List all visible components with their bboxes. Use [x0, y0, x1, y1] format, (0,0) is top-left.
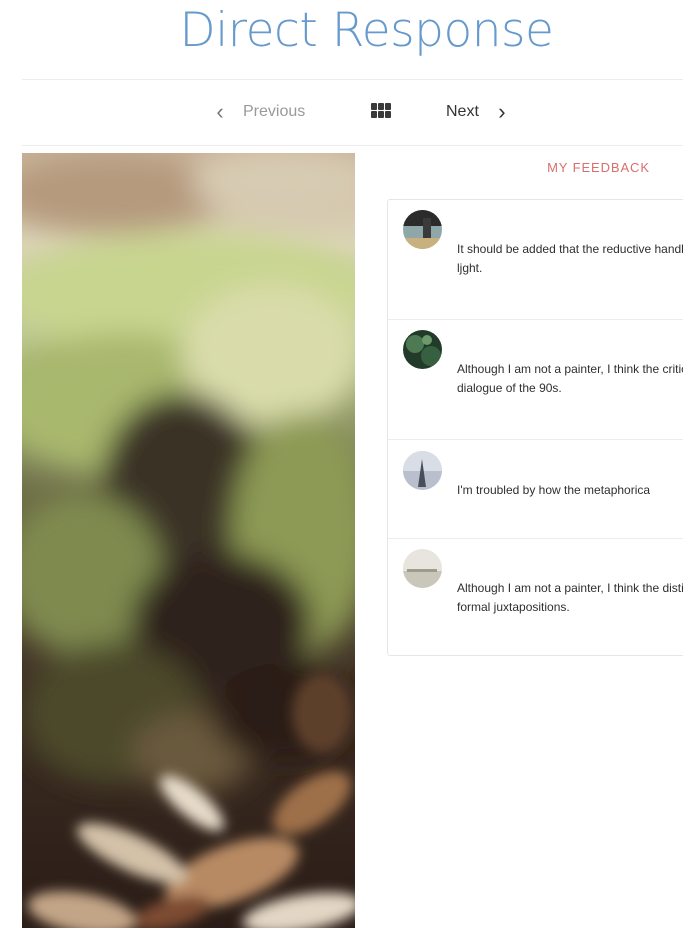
list-item[interactable]: Although I am not a painter, I think the… — [388, 538, 683, 657]
previous-button[interactable]: ‹ Previous — [211, 96, 305, 128]
list-item[interactable]: It should be added that the reductive ha… — [388, 200, 683, 319]
avatar — [403, 549, 442, 588]
nav-divider — [22, 145, 683, 146]
previous-label: Previous — [243, 103, 306, 120]
next-label: Next — [446, 103, 479, 120]
feedback-text: I'm troubled by how the metaphorica — [457, 483, 651, 497]
avatar — [403, 210, 442, 249]
list-item[interactable]: I'm troubled by how the metaphorica — [388, 439, 683, 538]
feedback-text: Although I am not a painter, I think the… — [457, 362, 683, 395]
feedback-text: It should be added that the reductive ha… — [457, 242, 683, 275]
avatar — [403, 451, 442, 490]
next-button[interactable]: Next › — [446, 96, 511, 128]
avatar — [403, 330, 442, 369]
chevron-left-icon: ‹ — [216, 99, 224, 124]
header-divider — [22, 79, 683, 80]
list-item[interactable]: Although I am not a painter, I think the… — [388, 319, 683, 439]
feedback-text: Although I am not a painter, I think the… — [457, 581, 683, 614]
page-title: Direct Response — [179, 3, 554, 58]
feedback-list: It should be added that the reductive ha… — [387, 199, 683, 656]
grid-view-icon[interactable] — [371, 103, 391, 119]
chevron-right-icon: › — [498, 99, 506, 124]
artwork-image[interactable] — [22, 153, 355, 928]
tab-my-feedback[interactable]: MY FEEDBACK — [514, 157, 683, 179]
